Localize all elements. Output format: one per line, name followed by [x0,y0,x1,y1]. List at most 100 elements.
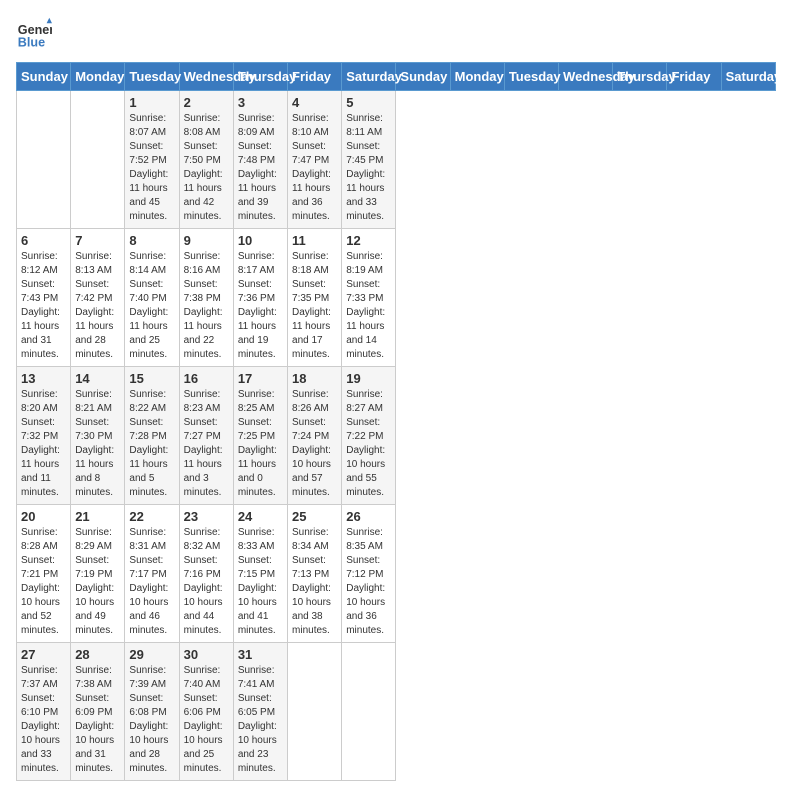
day-info: Sunrise: 8:26 AMSunset: 7:24 PMDaylight:… [292,388,337,500]
day-number: 19 [346,371,391,386]
day-info: Sunrise: 7:37 AMSunset: 6:10 PMDaylight:… [21,664,66,776]
calendar-cell: 28 Sunrise: 7:38 AMSunset: 6:09 PMDayligh… [71,643,125,781]
day-number: 6 [21,233,66,248]
column-header-tuesday: Tuesday [125,63,179,91]
svg-text:Blue: Blue [18,36,45,50]
column-header-saturday: Saturday [721,63,775,91]
day-info: Sunrise: 8:23 AMSunset: 7:27 PMDaylight:… [184,388,229,500]
day-number: 8 [129,233,174,248]
day-info: Sunrise: 8:11 AMSunset: 7:45 PMDaylight:… [346,112,391,224]
calendar-header-row: SundayMondayTuesdayWednesdayThursdayFrid… [17,63,776,91]
calendar-cell: 6 Sunrise: 8:12 AMSunset: 7:43 PMDaylight… [17,229,71,367]
day-number: 27 [21,647,66,662]
day-number: 31 [238,647,283,662]
day-number: 1 [129,95,174,110]
day-info: Sunrise: 8:32 AMSunset: 7:16 PMDaylight:… [184,526,229,638]
calendar-cell: 16Sunrise: 8:23 AMSunset: 7:27 PMDayligh… [179,367,233,505]
calendar-cell: 20Sunrise: 8:28 AMSunset: 7:21 PMDayligh… [17,505,71,643]
day-info: Sunrise: 7:38 AMSunset: 6:09 PMDaylight:… [75,664,120,776]
calendar-cell: 30Sunrise: 7:40 AMSunset: 6:06 PMDayligh… [179,643,233,781]
column-header-tuesday: Tuesday [504,63,558,91]
calendar-week-row: 20Sunrise: 8:28 AMSunset: 7:21 PMDayligh… [17,505,776,643]
calendar-cell [342,643,396,781]
day-info: Sunrise: 8:21 AMSunset: 7:30 PMDaylight:… [75,388,120,500]
calendar-cell: 11Sunrise: 8:18 AMSunset: 7:35 PMDayligh… [288,229,342,367]
day-number: 28 [75,647,120,662]
day-number: 7 [75,233,120,248]
logo-icon: General Blue [16,16,52,52]
day-info: Sunrise: 7:40 AMSunset: 6:06 PMDaylight:… [184,664,229,776]
day-info: Sunrise: 8:31 AMSunset: 7:17 PMDaylight:… [129,526,174,638]
calendar-cell: 13 Sunrise: 8:20 AMSunset: 7:32 PMDayligh… [17,367,71,505]
day-number: 22 [129,509,174,524]
day-number: 21 [75,509,120,524]
day-number: 18 [292,371,337,386]
calendar-cell [71,91,125,229]
day-number: 29 [129,647,174,662]
day-number: 17 [238,371,283,386]
calendar-cell: 19 Sunrise: 8:27 AMSunset: 7:22 PMDayligh… [342,367,396,505]
day-info: Sunrise: 8:22 AMSunset: 7:28 PMDaylight:… [129,388,174,500]
day-number: 14 [75,371,120,386]
day-info: Sunrise: 8:25 AMSunset: 7:25 PMDaylight:… [238,388,283,500]
day-info: Sunrise: 8:10 AMSunset: 7:47 PMDaylight:… [292,112,337,224]
day-info: Sunrise: 8:19 AMSunset: 7:33 PMDaylight:… [346,250,391,362]
calendar-cell: 7 Sunrise: 8:13 AMSunset: 7:42 PMDaylight… [71,229,125,367]
day-info: Sunrise: 8:12 AMSunset: 7:43 PMDaylight:… [21,250,66,362]
calendar-cell [17,91,71,229]
column-header-thursday: Thursday [233,63,287,91]
day-number: 11 [292,233,337,248]
calendar-cell: 18 Sunrise: 8:26 AMSunset: 7:24 PMDayligh… [288,367,342,505]
day-number: 25 [292,509,337,524]
day-number: 15 [129,371,174,386]
day-info: Sunrise: 8:16 AMSunset: 7:38 PMDaylight:… [184,250,229,362]
day-info: Sunrise: 7:39 AMSunset: 6:08 PMDaylight:… [129,664,174,776]
day-info: Sunrise: 8:09 AMSunset: 7:48 PMDaylight:… [238,112,283,224]
column-header-wednesday: Wednesday [559,63,613,91]
calendar-cell: 15 Sunrise: 8:22 AMSunset: 7:28 PMDayligh… [125,367,179,505]
day-number: 9 [184,233,229,248]
calendar-week-row: 27 Sunrise: 7:37 AMSunset: 6:10 PMDayligh… [17,643,776,781]
day-number: 12 [346,233,391,248]
calendar-cell: 27 Sunrise: 7:37 AMSunset: 6:10 PMDayligh… [17,643,71,781]
logo: General Blue [16,16,56,52]
day-info: Sunrise: 8:29 AMSunset: 7:19 PMDaylight:… [75,526,120,638]
calendar-cell: 5 Sunrise: 8:11 AMSunset: 7:45 PMDaylight… [342,91,396,229]
column-header-thursday: Thursday [613,63,667,91]
day-info: Sunrise: 8:13 AMSunset: 7:42 PMDaylight:… [75,250,120,362]
column-header-sunday: Sunday [17,63,71,91]
day-info: Sunrise: 8:07 AMSunset: 7:52 PMDaylight:… [129,112,174,224]
calendar-week-row: 6 Sunrise: 8:12 AMSunset: 7:43 PMDaylight… [17,229,776,367]
day-number: 5 [346,95,391,110]
day-number: 26 [346,509,391,524]
calendar-cell: 4Sunrise: 8:10 AMSunset: 7:47 PMDaylight… [288,91,342,229]
calendar-cell: 10Sunrise: 8:17 AMSunset: 7:36 PMDayligh… [233,229,287,367]
day-number: 23 [184,509,229,524]
calendar-cell: 29 Sunrise: 7:39 AMSunset: 6:08 PMDayligh… [125,643,179,781]
day-number: 2 [184,95,229,110]
day-info: Sunrise: 8:14 AMSunset: 7:40 PMDaylight:… [129,250,174,362]
day-info: Sunrise: 8:35 AMSunset: 7:12 PMDaylight:… [346,526,391,638]
calendar-cell: 9 Sunrise: 8:16 AMSunset: 7:38 PMDaylight… [179,229,233,367]
calendar-cell: 17 Sunrise: 8:25 AMSunset: 7:25 PMDayligh… [233,367,287,505]
calendar-cell: 12 Sunrise: 8:19 AMSunset: 7:33 PMDayligh… [342,229,396,367]
calendar-cell: 21 Sunrise: 8:29 AMSunset: 7:19 PMDayligh… [71,505,125,643]
calendar-cell: 24Sunrise: 8:33 AMSunset: 7:15 PMDayligh… [233,505,287,643]
column-header-wednesday: Wednesday [179,63,233,91]
calendar-cell: 8 Sunrise: 8:14 AMSunset: 7:40 PMDaylight… [125,229,179,367]
calendar-cell: 14 Sunrise: 8:21 AMSunset: 7:30 PMDayligh… [71,367,125,505]
calendar-cell: 23 Sunrise: 8:32 AMSunset: 7:16 PMDayligh… [179,505,233,643]
day-number: 13 [21,371,66,386]
page-header: General Blue [16,16,776,52]
day-info: Sunrise: 8:20 AMSunset: 7:32 PMDaylight:… [21,388,66,500]
calendar-cell: 22 Sunrise: 8:31 AMSunset: 7:17 PMDayligh… [125,505,179,643]
calendar-cell: 2 Sunrise: 8:08 AMSunset: 7:50 PMDaylight… [179,91,233,229]
column-header-sunday: Sunday [396,63,450,91]
calendar-cell: 25Sunrise: 8:34 AMSunset: 7:13 PMDayligh… [288,505,342,643]
day-info: Sunrise: 8:08 AMSunset: 7:50 PMDaylight:… [184,112,229,224]
calendar-cell: 31Sunrise: 7:41 AMSunset: 6:05 PMDayligh… [233,643,287,781]
column-header-friday: Friday [288,63,342,91]
day-info: Sunrise: 8:27 AMSunset: 7:22 PMDaylight:… [346,388,391,500]
calendar-week-row: 1 Sunrise: 8:07 AMSunset: 7:52 PMDaylight… [17,91,776,229]
column-header-monday: Monday [450,63,504,91]
